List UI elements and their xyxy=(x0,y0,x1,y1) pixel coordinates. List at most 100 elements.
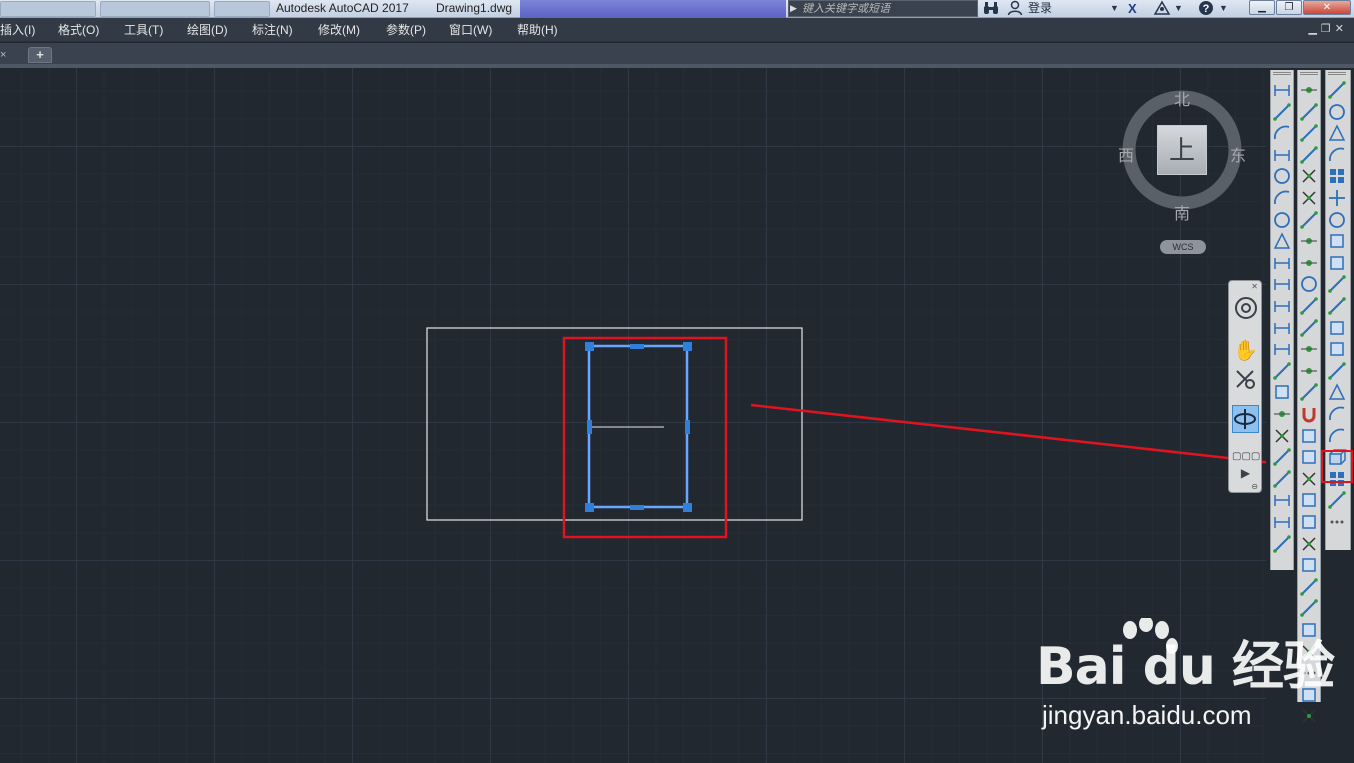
toolbar-cross-icon[interactable] xyxy=(1299,706,1319,726)
toolbar-dots-icon[interactable] xyxy=(1299,663,1319,683)
toolbar-line-icon[interactable] xyxy=(1299,598,1319,618)
menu-format[interactable]: 格式(O) xyxy=(58,22,99,38)
toolbar-arc-icon[interactable] xyxy=(1272,123,1292,143)
toolbar-snap-icon[interactable] xyxy=(1299,361,1319,381)
steering-wheel-icon[interactable] xyxy=(1232,295,1259,323)
toolbar-line-icon[interactable] xyxy=(1272,361,1292,381)
toolbar-line-icon[interactable] xyxy=(1327,361,1347,381)
compass-south[interactable]: 南 xyxy=(1174,200,1190,224)
toolbar-cross-icon[interactable] xyxy=(1299,166,1319,186)
search-input[interactable] xyxy=(802,1,974,15)
menu-draw[interactable]: 绘图(D) xyxy=(187,22,228,38)
help-icon[interactable]: ? xyxy=(1198,0,1214,17)
toolbar-snap-icon[interactable] xyxy=(1299,253,1319,273)
toolbar-circle-icon[interactable] xyxy=(1272,210,1292,230)
toolbar-cross-icon[interactable] xyxy=(1299,534,1319,554)
toolbar-line-icon[interactable] xyxy=(1327,490,1347,510)
toolbar-line-icon[interactable] xyxy=(1327,274,1347,294)
compass-north[interactable]: 北 xyxy=(1174,86,1190,110)
toolbar-box-icon[interactable] xyxy=(1299,426,1319,446)
toolbar-grip[interactable] xyxy=(1300,72,1318,75)
drawing-canvas[interactable] xyxy=(0,68,1266,763)
viewcube-top-face[interactable]: 上 xyxy=(1157,125,1207,175)
toolbar-box-icon[interactable] xyxy=(1299,620,1319,640)
compass-west[interactable]: 西 xyxy=(1118,142,1134,166)
toolbar-snap-icon[interactable] xyxy=(1299,80,1319,100)
toolbar-grid4-icon[interactable] xyxy=(1327,166,1347,186)
toolbar-box-icon[interactable] xyxy=(1327,253,1347,273)
document-window-controls[interactable]: ▁❐✕ xyxy=(1308,22,1348,35)
toolbar-arc-icon[interactable] xyxy=(1327,404,1347,424)
toolbar-line-icon[interactable] xyxy=(1327,80,1347,100)
toolbar-tri-icon[interactable] xyxy=(1327,123,1347,143)
restore-button[interactable]: ❐ xyxy=(1276,0,1302,15)
toolbar-box-icon[interactable] xyxy=(1272,382,1292,402)
toolbar-move-icon[interactable] xyxy=(1327,188,1347,208)
menu-dimension[interactable]: 标注(N) xyxy=(252,22,293,38)
menu-window[interactable]: 窗口(W) xyxy=(449,22,492,38)
outer-rectangle[interactable] xyxy=(426,327,803,521)
close-button[interactable]: ✕ xyxy=(1303,0,1351,15)
menu-help[interactable]: 帮助(H) xyxy=(517,22,558,38)
orbit-icon[interactable] xyxy=(1232,405,1259,433)
tab-close-icon[interactable]: × xyxy=(0,47,14,63)
toolbar-line-icon[interactable] xyxy=(1272,469,1292,489)
toolbar-hdim-icon[interactable] xyxy=(1272,274,1292,294)
toolbar-hdim-icon[interactable] xyxy=(1272,80,1292,100)
zoom-extents-icon[interactable] xyxy=(1232,367,1259,395)
toolbar-line-icon[interactable] xyxy=(1272,447,1292,467)
compass-east[interactable]: 东 xyxy=(1230,142,1246,166)
login-dropdown-icon[interactable]: ▼ xyxy=(1110,0,1119,17)
toolbar-grip[interactable] xyxy=(1273,72,1291,75)
search-expand-icon[interactable]: ▶ xyxy=(790,0,800,16)
help-dropdown-icon[interactable]: ▼ xyxy=(1219,0,1228,17)
toolbar-line-icon[interactable] xyxy=(1272,102,1292,122)
toolbar-magnet-icon[interactable] xyxy=(1299,404,1319,424)
navbar-menu-icon[interactable]: ⊖ xyxy=(1251,482,1258,491)
toolbar-snap-icon[interactable] xyxy=(1272,404,1292,424)
login-link[interactable]: 登录 xyxy=(1028,0,1052,16)
minimize-button[interactable]: ▁ xyxy=(1249,0,1275,15)
menu-insert[interactable]: 插入(I) xyxy=(0,22,35,38)
toolbar-cross-icon[interactable] xyxy=(1299,188,1319,208)
toolbar-line-icon[interactable] xyxy=(1299,145,1319,165)
menu-tools[interactable]: 工具(T) xyxy=(124,22,163,38)
pan-hand-icon[interactable]: ✋ xyxy=(1232,337,1259,365)
toolbar-cross-icon[interactable] xyxy=(1299,642,1319,662)
toolbar-line-icon[interactable] xyxy=(1299,318,1319,338)
toolbar-line-icon[interactable] xyxy=(1299,296,1319,316)
toolbar-circle-icon[interactable] xyxy=(1327,102,1347,122)
toolbar-hdim-icon[interactable] xyxy=(1272,253,1292,273)
toolbar-circle-icon[interactable] xyxy=(1272,166,1292,186)
toolbar-circle-icon[interactable] xyxy=(1299,274,1319,294)
toolbar-hdim-icon[interactable] xyxy=(1272,490,1292,510)
viewcube[interactable]: 北 南 东 西 上 WCS xyxy=(1112,80,1252,260)
autodesk-a360-icon[interactable] xyxy=(1153,0,1171,17)
toolbar-box-icon[interactable] xyxy=(1299,685,1319,705)
navbar-close-icon[interactable]: ✕ xyxy=(1251,282,1258,291)
toolbar-snap-icon[interactable] xyxy=(1299,231,1319,251)
toolbar-box-icon[interactable] xyxy=(1299,490,1319,510)
exchange-x-icon[interactable]: X xyxy=(1128,0,1137,17)
toolbar-arc-icon[interactable] xyxy=(1327,426,1347,446)
toolbar-circle-icon[interactable] xyxy=(1327,210,1347,230)
toolbar-cross-icon[interactable] xyxy=(1299,469,1319,489)
new-tab-button[interactable]: + xyxy=(28,47,52,63)
toolbar-arc-icon[interactable] xyxy=(1327,145,1347,165)
toolbar-box-icon[interactable] xyxy=(1299,447,1319,467)
toolbar-hdim-icon[interactable] xyxy=(1272,145,1292,165)
toolbar-line-icon[interactable] xyxy=(1299,577,1319,597)
a360-dropdown-icon[interactable]: ▼ xyxy=(1174,0,1183,17)
toolbar-hdim-icon[interactable] xyxy=(1272,318,1292,338)
toolbar-tri-icon[interactable] xyxy=(1272,231,1292,251)
toolbar-dots-icon[interactable] xyxy=(1327,512,1347,532)
menu-parametric[interactable]: 参数(P) xyxy=(386,22,426,38)
ucs-menu-badge[interactable]: WCS xyxy=(1160,240,1206,254)
toolbar-arc-icon[interactable] xyxy=(1272,188,1292,208)
toolbar-line-icon[interactable] xyxy=(1272,534,1292,554)
toolbar-box-icon[interactable] xyxy=(1327,339,1347,359)
toolbar-hdim-icon[interactable] xyxy=(1272,296,1292,316)
toolbar-line-icon[interactable] xyxy=(1299,210,1319,230)
toolbar-box-icon[interactable] xyxy=(1327,318,1347,338)
toolbar-grip[interactable] xyxy=(1328,72,1346,75)
